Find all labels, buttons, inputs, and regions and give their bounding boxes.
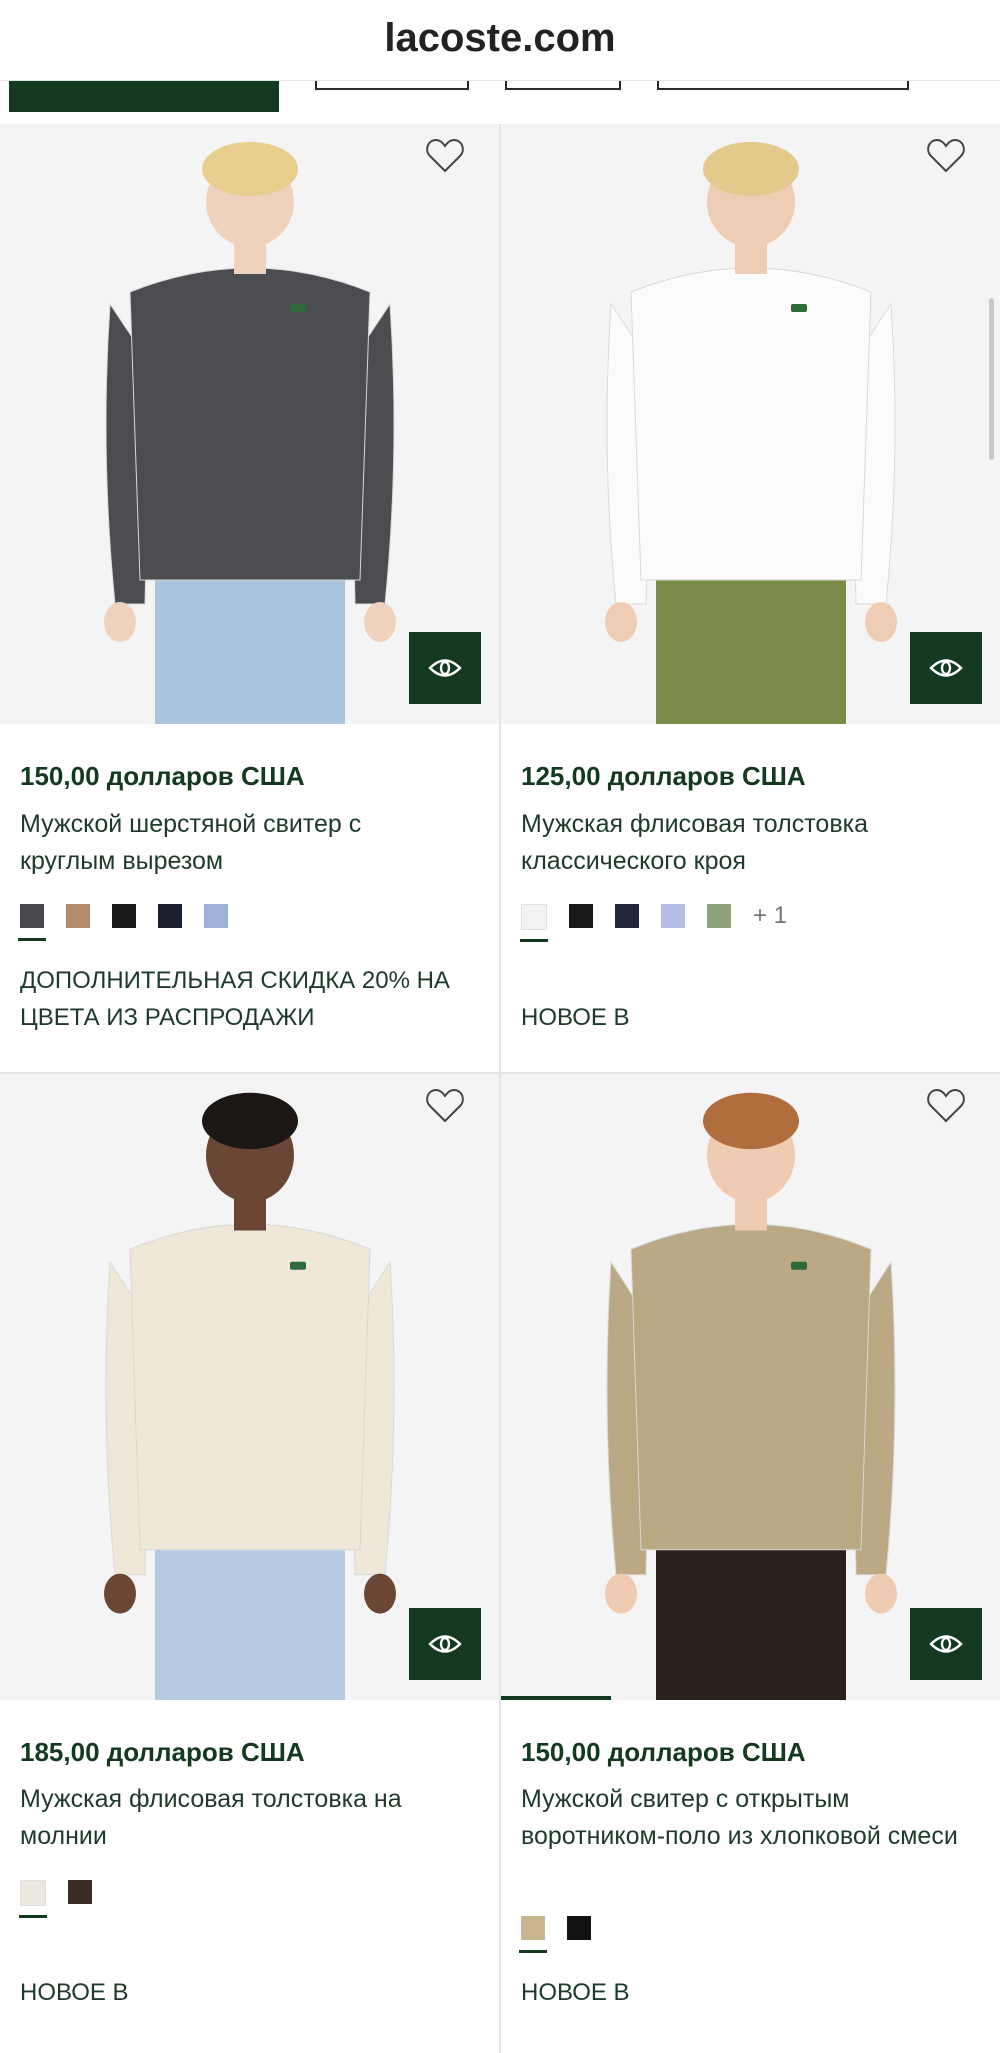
product-price: 185,00 долларов США [20,1737,305,1767]
color-swatch[interactable] [18,904,46,941]
eye-icon [929,659,963,677]
product-image[interactable] [501,124,1000,724]
product-image[interactable] [0,1074,499,1700]
color-swatches [18,904,250,941]
eye-icon [428,659,462,677]
model-illustration [104,1092,396,1700]
heart-icon[interactable] [926,1088,966,1124]
more-colors-count[interactable]: + 1 [753,904,787,928]
promo-label: НОВОЕ В [521,1979,630,2006]
browser-address-bar[interactable]: lacoste.com [0,0,1000,81]
color-swatch[interactable] [204,904,228,928]
color-swatches [19,1880,114,1918]
promo-label: ДОПОЛНИТЕЛЬНАЯ СКИДКА 20% НА ЦВЕТА ИЗ РА… [20,967,450,1031]
color-swatch[interactable] [520,904,548,942]
product-price: 150,00 долларов США [20,761,305,791]
heart-icon[interactable] [425,1088,465,1124]
color-swatch[interactable] [19,1880,47,1918]
product-name[interactable]: Мужская флисовая толстовка классического… [521,806,961,880]
product-price: 125,00 долларов США [521,761,806,791]
url-text: lacoste.com [384,16,616,60]
quick-view-button[interactable] [409,632,481,704]
quick-view-button[interactable] [910,632,982,704]
promo-label: НОВОЕ В [521,1004,630,1031]
scrollbar-thumb[interactable] [989,298,994,460]
color-swatch[interactable] [567,1916,591,1940]
color-swatches [519,1916,613,1953]
heart-icon[interactable] [425,138,465,174]
product-image[interactable] [501,1074,1000,1700]
quick-view-button[interactable] [409,1608,481,1680]
product-name[interactable]: Мужской шерстяной свитер с круглым вырез… [20,806,460,880]
color-swatch[interactable] [661,904,685,928]
product-price: 150,00 долларов США [521,1737,806,1767]
color-swatch[interactable] [707,904,731,928]
color-swatches: + 1 [520,904,787,942]
eye-icon [929,1635,963,1653]
color-swatch[interactable] [569,904,593,928]
heart-icon[interactable] [926,138,966,174]
product-image[interactable] [0,124,499,724]
image-progress-indicator [501,1696,611,1700]
quick-view-button[interactable] [910,1608,982,1680]
promo-label: НОВОЕ В [20,1979,129,2006]
color-swatch[interactable] [519,1916,547,1953]
color-swatch[interactable] [66,904,90,928]
eye-icon [428,1635,462,1653]
product-name[interactable]: Мужская флисовая толстовка на молнии [20,1781,460,1855]
color-swatch[interactable] [615,904,639,928]
model-illustration [605,1092,897,1700]
color-swatch[interactable] [112,904,136,928]
product-name[interactable]: Мужской свитер с открытым воротником-пол… [521,1781,961,1855]
color-swatch[interactable] [158,904,182,928]
color-swatch[interactable] [68,1880,92,1904]
